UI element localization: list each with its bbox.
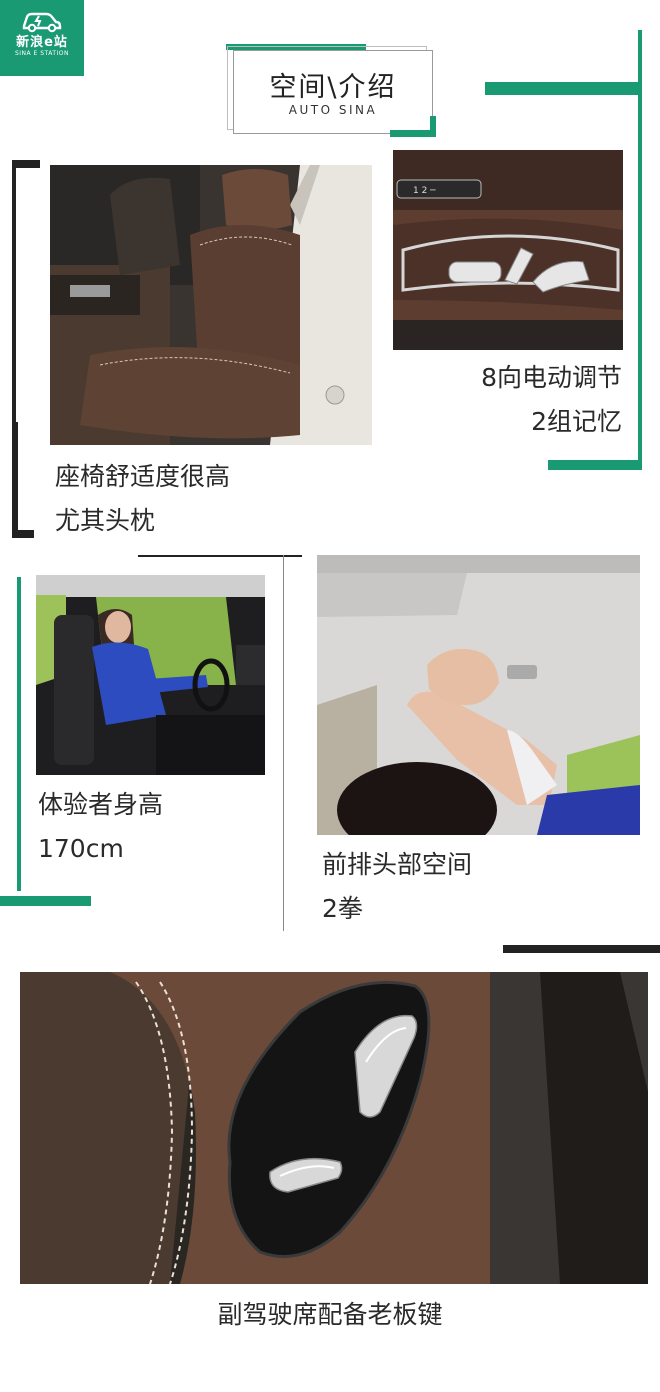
logo-name: 新浪e站 (16, 35, 68, 50)
green-bar-right-bottom (548, 460, 642, 470)
caption-line: 体验者身高 (38, 790, 164, 819)
photo-seat-adjust-buttons: 1 2 ─ (393, 150, 623, 350)
black-bar-top-left (12, 160, 40, 168)
black-bar-right (503, 945, 660, 953)
caption-line: 座椅舒适度很高 (55, 462, 231, 491)
caption-line: 尤其头枕 (55, 506, 156, 535)
black-line-left-thick (12, 422, 18, 538)
green-line-left (17, 577, 21, 891)
page-subtitle: AUTO SINA (288, 103, 378, 117)
sina-e-station-logo: 新浪e站 SINA E STATION (0, 0, 84, 76)
photo-front-headroom (317, 555, 640, 835)
page-title: 空间\介绍 (269, 72, 397, 103)
car-plug-icon (22, 12, 62, 33)
caption-line: 2拳 (322, 894, 363, 923)
divider-middle-vertical (283, 555, 284, 931)
caption-front-headroom: 前排头部空间 2拳 (322, 843, 472, 931)
green-bar-left-bottom (0, 896, 91, 906)
green-line-right (638, 30, 642, 470)
caption-power-adjust: 8向电动调节 2组记忆 (460, 356, 622, 444)
caption-line: 2组记忆 (531, 407, 622, 436)
photo-tester-driver (36, 575, 265, 775)
caption-boss-key: 副驾驶席配备老板键 (217, 1300, 443, 1329)
caption-line: 8向电动调节 (481, 363, 622, 392)
black-bar-bottom-left (12, 530, 34, 538)
caption-line: 170cm (38, 834, 124, 863)
svg-text:1 2 ─: 1 2 ─ (413, 186, 436, 196)
logo-subtitle: SINA E STATION (14, 50, 70, 57)
title-frame: 空间\介绍 AUTO SINA (233, 50, 433, 134)
caption-seat-comfort: 座椅舒适度很高 尤其头枕 (55, 455, 230, 543)
caption-line: 前排头部空间 (322, 850, 473, 879)
divider-middle-top (138, 555, 302, 557)
green-bar-top-right (485, 82, 642, 95)
title-accent-bottom-vertical (430, 116, 436, 137)
caption-tester-height: 体验者身高 170cm (38, 783, 163, 871)
photo-boss-key (20, 972, 648, 1284)
photo-driver-seat (50, 165, 372, 445)
